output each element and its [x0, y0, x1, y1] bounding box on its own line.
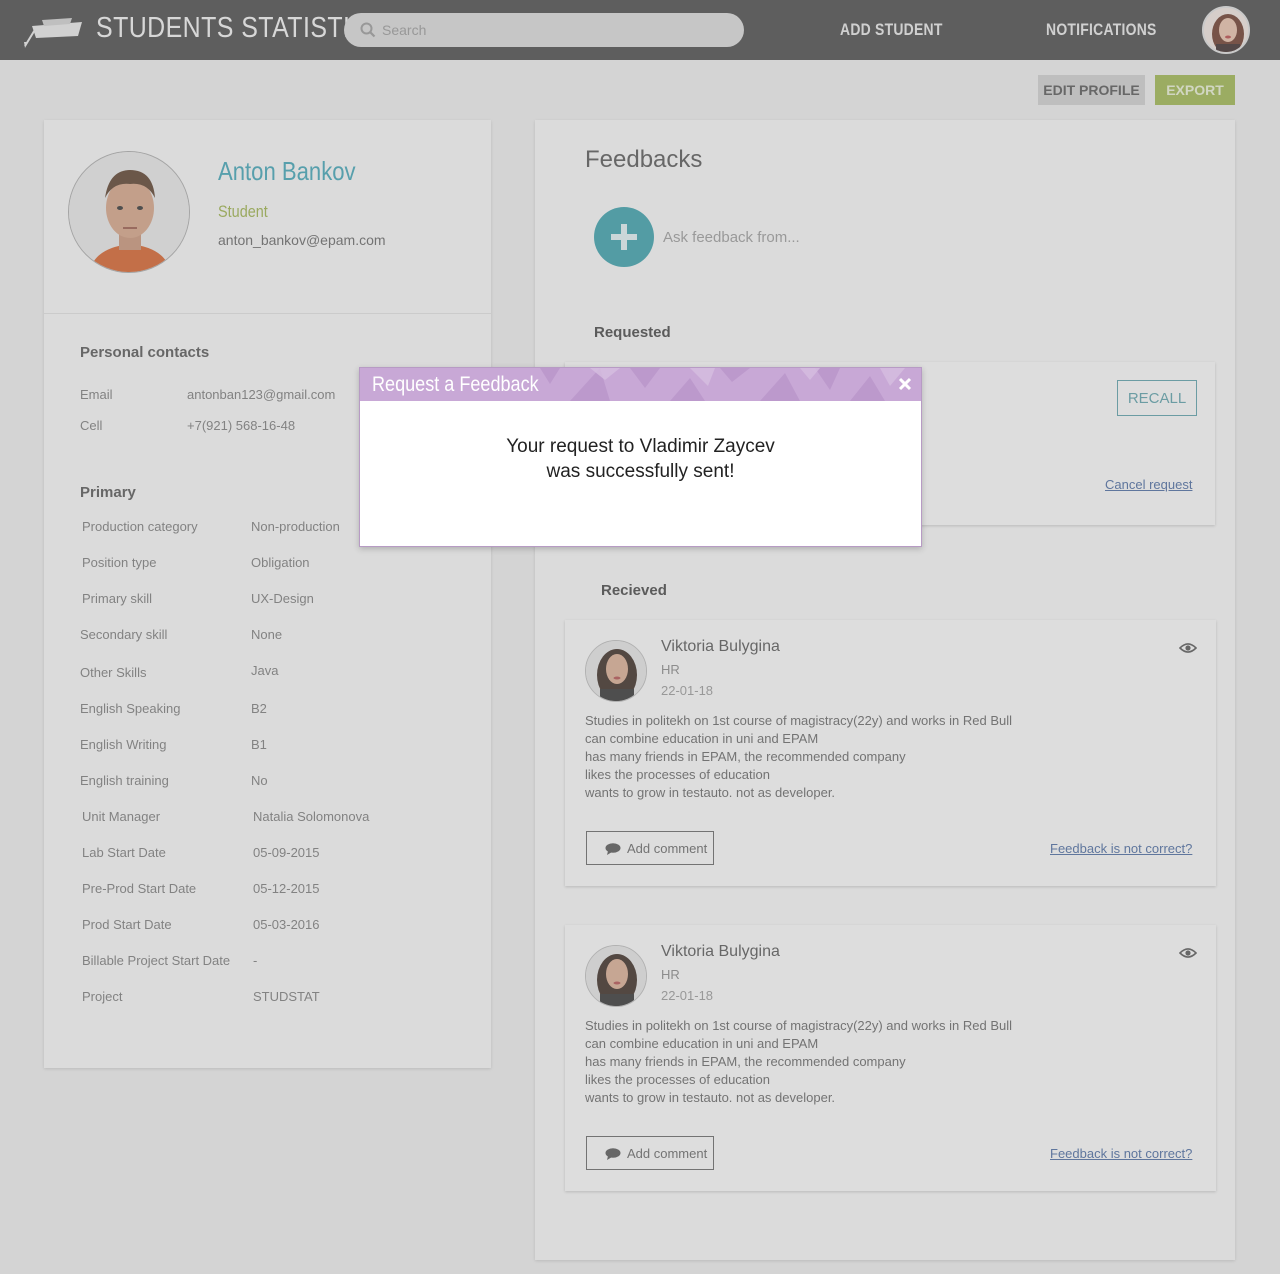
modal-message-line: was successfully sent! — [546, 461, 735, 482]
modal-overlay[interactable] — [0, 0, 1280, 1274]
modal-message-line: Your request to Vladimir Zaycev — [506, 436, 775, 457]
modal-title: Request a Feedback — [372, 373, 539, 396]
close-icon[interactable] — [897, 376, 913, 392]
request-feedback-modal: Request a Feedback Your request to Vladi… — [359, 367, 922, 547]
modal-header: Request a Feedback — [360, 368, 921, 401]
modal-message: Your request to Vladimir Zaycev was succ… — [360, 434, 921, 484]
